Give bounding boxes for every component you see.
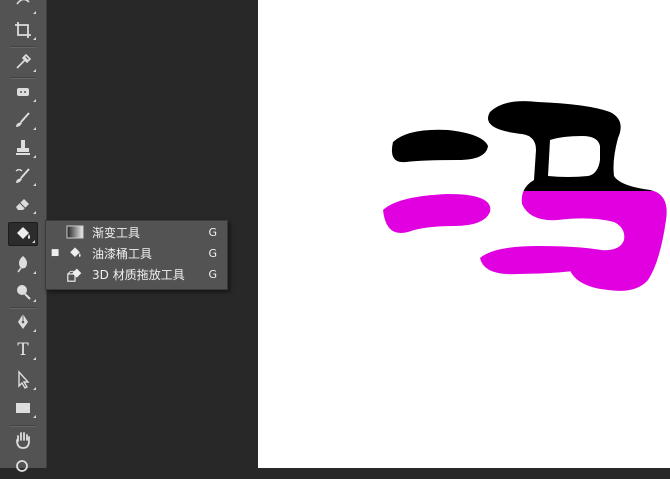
- bandage-icon: [17, 88, 29, 96]
- zoom-icon: [16, 460, 28, 472]
- hand-tool[interactable]: [8, 428, 38, 452]
- type-tool[interactable]: T: [8, 338, 38, 362]
- tools-panel: T: [0, 0, 47, 472]
- paint-bucket-tool[interactable]: [8, 222, 38, 246]
- crop-icon: [15, 22, 31, 38]
- flyout-item-paint-bucket-tool[interactable]: ■ 油漆桶工具 G: [46, 243, 227, 263]
- flyout-item-label: 3D 材质拖放工具: [92, 267, 185, 282]
- lasso-icon: [16, 0, 30, 5]
- selected-bullet: ■: [50, 248, 60, 258]
- brush-tool[interactable]: [8, 108, 38, 132]
- eraser-tool[interactable]: [8, 192, 38, 216]
- rectangle-icon: [16, 403, 30, 413]
- flyout-item-label: 渐变工具: [92, 225, 141, 240]
- stamp-icon: [16, 140, 30, 155]
- spot-healing-tool[interactable]: [8, 80, 38, 104]
- flyout-item-shortcut: G: [208, 267, 217, 281]
- clone-stamp-tool[interactable]: [8, 136, 38, 160]
- crop-tool[interactable]: [8, 18, 38, 42]
- hand-icon: [16, 432, 30, 449]
- history-brush-tool[interactable]: [8, 164, 38, 188]
- eraser-icon: [16, 199, 29, 210]
- pen-icon: [18, 314, 28, 329]
- flyout-item-label: 油漆桶工具: [92, 246, 153, 261]
- flyout-item-shortcut: G: [208, 225, 217, 239]
- path-selection-tool[interactable]: [8, 368, 38, 392]
- paint-bucket-icon: [64, 244, 86, 262]
- zoom-tool[interactable]: [8, 455, 38, 479]
- 3d-material-drop-icon: [64, 265, 86, 283]
- document-canvas[interactable]: [258, 0, 670, 468]
- type-icon: T: [17, 340, 29, 360]
- dodge-tool[interactable]: [8, 280, 38, 304]
- gradient-icon: [64, 223, 86, 241]
- paint-bucket-icon: [17, 227, 30, 239]
- blur-icon: [17, 256, 27, 273]
- blur-tool[interactable]: [8, 252, 38, 276]
- arrow-icon: [18, 370, 30, 389]
- paint-bucket-flyout-menu: 渐变工具 G ■ 油漆桶工具 G 3D 材质拖放工具 G: [45, 220, 228, 290]
- flyout-item-3d-material-drop-tool[interactable]: 3D 材质拖放工具 G: [46, 264, 227, 284]
- pen-tool[interactable]: [8, 310, 38, 334]
- canvas-artwork: [383, 101, 667, 291]
- history-brush-icon: [15, 168, 30, 183]
- eyedropper-tool[interactable]: [8, 50, 38, 74]
- brush-icon: [16, 112, 30, 127]
- dodge-icon: [17, 285, 31, 300]
- rectangle-tool[interactable]: [8, 396, 38, 420]
- lasso-tool[interactable]: [8, 0, 38, 16]
- flyout-item-shortcut: G: [208, 246, 217, 260]
- flyout-item-gradient-tool[interactable]: 渐变工具 G: [46, 222, 227, 242]
- eyedropper-icon: [16, 53, 32, 69]
